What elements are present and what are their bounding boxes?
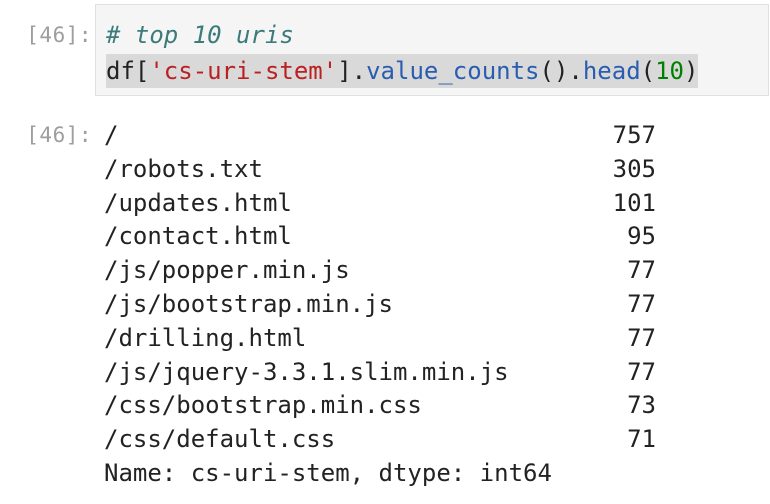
output-row-count: 71 (627, 425, 656, 454)
code-cell-input[interactable]: # top 10 uris df['cs-uri-stem'].value_co… (95, 4, 769, 96)
code-variable: df (106, 57, 135, 85)
output-row-count: 77 (627, 357, 656, 386)
output-row: /js/popper.min.js 77 (104, 253, 664, 287)
code-bracket-open: [ (134, 57, 150, 85)
code-string-literal: 'cs-uri-stem' (149, 57, 338, 85)
output-row-count: 73 (627, 391, 656, 420)
output-row-uri: /css/default.css (104, 425, 336, 454)
output-row: /updates.html 101 (104, 186, 664, 220)
output-row-uri: /js/popper.min.js (104, 256, 350, 285)
output-row: /robots.txt 305 (104, 152, 664, 186)
output-row: /css/default.css 71 (104, 422, 664, 456)
output-row: /js/bootstrap.min.js 77 (104, 287, 664, 321)
output-row-uri: /drilling.html (104, 323, 307, 352)
code-statement-line: df['cs-uri-stem'].value_counts().head(10… (106, 54, 699, 88)
output-row-uri: / (104, 121, 119, 149)
code-comment-line: # top 10 uris (106, 18, 294, 52)
code-method-value-counts: value_counts (366, 57, 540, 85)
output-row-count: 757 (612, 121, 656, 149)
output-footer: Name: cs-uri-stem, dtype: int64 (104, 458, 552, 487)
code-method-head: head (582, 57, 641, 85)
output-row-count: 77 (627, 256, 656, 285)
code-comment: # top 10 uris (106, 21, 294, 49)
code-parens: (). (539, 57, 583, 85)
output-row-count: 77 (627, 289, 656, 318)
output-row: / 757 (104, 118, 664, 152)
code-paren-close: ) (684, 57, 699, 85)
code-paren-open: ( (640, 57, 656, 85)
output-row-uri: /contact.html (104, 222, 292, 251)
output-row-uri: /js/jquery-3.3.1.slim.min.js (104, 357, 509, 386)
output-prompt: [46]: (26, 123, 92, 147)
output-row-count: 77 (627, 323, 656, 352)
output-row: /contact.html 95 (104, 219, 664, 253)
output-cell: / 757/robots.txt 305/updates.html 101/conta… (104, 118, 664, 490)
input-prompt: [46]: (26, 23, 92, 47)
output-series: / 757/robots.txt 305/updates.html 101/conta… (104, 118, 664, 456)
output-row-count: 305 (612, 154, 656, 183)
output-row-uri: /js/bootstrap.min.js (104, 289, 393, 318)
output-row-uri: /css/bootstrap.min.css (104, 391, 422, 420)
code-number-arg: 10 (655, 57, 685, 85)
output-row: /drilling.html 77 (104, 321, 664, 355)
output-row: /js/jquery-3.3.1.slim.min.js 77 (104, 355, 664, 389)
output-row-uri: /robots.txt (104, 154, 263, 183)
output-row: /css/bootstrap.min.css 73 (104, 388, 664, 422)
output-row-count: 101 (612, 188, 656, 217)
output-row-uri: /updates.html (104, 188, 292, 217)
code-bracket-close: ]. (337, 57, 367, 85)
output-row-count: 95 (627, 222, 656, 251)
